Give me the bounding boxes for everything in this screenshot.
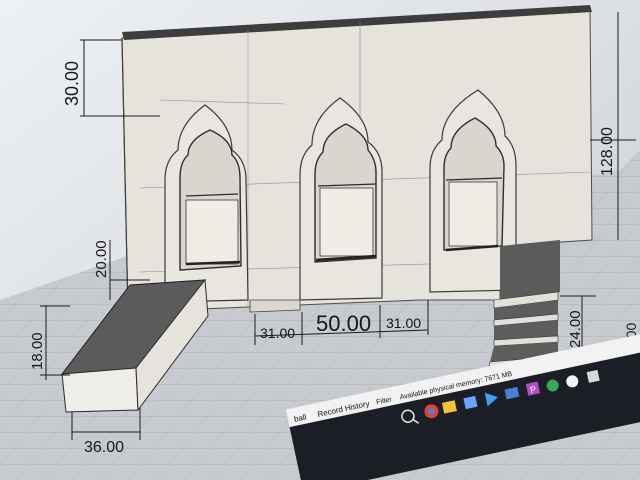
dim-stair-height: 24.00 <box>567 310 584 348</box>
pier-base <box>249 299 301 313</box>
dim-pier-right: 31.00 <box>386 315 421 331</box>
dim-bench-width: 36.00 <box>84 439 124 456</box>
powerpoint-icon[interactable]: P <box>525 381 541 396</box>
dim-top-height: 30.00 <box>62 61 82 106</box>
dim-window-width: 50.00 <box>316 311 371 336</box>
dim-right-height: 128.00 <box>599 127 616 176</box>
dim-pier-left: 31.00 <box>260 325 295 341</box>
cad-viewport[interactable]: 30.00 128.00 20.00 18.00 36.00 31.00 50.… <box>0 0 640 480</box>
dim-arch-gap: 20.00 <box>93 240 110 278</box>
tray-icon[interactable] <box>586 369 600 383</box>
dim-bench-height: 18.00 <box>29 332 46 370</box>
